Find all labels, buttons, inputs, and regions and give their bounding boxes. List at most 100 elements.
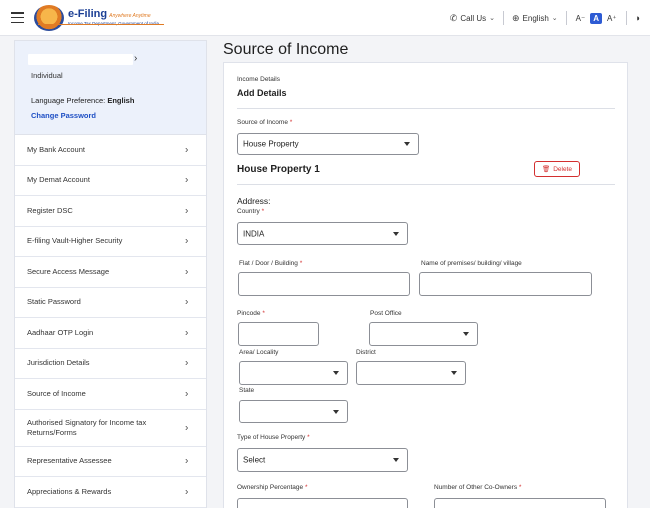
caret-down-icon [333,371,339,375]
font-normal-button[interactable]: A [590,12,602,24]
efiling-logo[interactable]: e-FilingAnywhere Anytime Income Tax Depa… [34,4,174,32]
country-label-text: Country [237,208,260,215]
required-marker: * [304,484,308,491]
contrast-toggle[interactable]: ◑ [627,13,644,23]
address-heading: Address: [237,196,271,206]
sidebar-item-label: Representative Assessee [27,456,112,466]
chevron-right-icon: › [185,205,189,217]
required-marker: * [262,310,265,317]
chevron-right-icon[interactable]: › [134,53,137,64]
header-actions: ✆ Call Us ⌄ ⊕ English ⌄ A⁻ A A⁺ ◑ [442,0,644,36]
district-label: District [356,349,376,356]
logo-tagline: Anywhere Anytime [109,13,151,20]
call-us-button[interactable]: ✆ Call Us ⌄ [442,13,503,24]
language-preference-value: English [107,96,135,105]
contrast-icon: ◑ [634,13,640,23]
sidebar-item-my-demat-account[interactable]: My Demat Account › [15,166,206,196]
type-of-house-property-label-text: Type of House Property [237,434,306,441]
sidebar-item-authorised-signatory[interactable]: Authorised Signatory for Income tax Retu… [15,410,206,447]
globe-icon: ⊕ [511,12,520,23]
chevron-right-icon: › [185,422,189,433]
chevron-right-icon: › [185,455,189,467]
chevron-right-icon: › [185,296,189,308]
caret-down-icon [463,332,469,336]
section-divider [237,108,615,109]
required-marker: * [299,260,303,267]
trash-icon: 🗑 [541,166,551,173]
language-selector[interactable]: ⊕ English ⌄ [504,13,566,24]
chevron-right-icon: › [185,327,189,339]
call-us-label: Call Us [460,13,487,23]
section-title: Add Details [237,88,287,98]
sidebar-item-label: My Demat Account [27,175,90,185]
phone-icon: ✆ [449,12,458,23]
top-header: e-FilingAnywhere Anytime Income Tax Depa… [0,0,650,36]
post-office-label: Post Office [370,310,402,317]
chevron-right-icon: › [185,235,189,247]
profile-sidebar: › Individual Language Preference: Englis… [14,40,207,508]
income-details-card: Income Details Add Details Source of Inc… [223,62,628,508]
post-office-select[interactable] [369,322,478,346]
caret-down-icon [393,458,399,462]
sidebar-item-representative-assessee[interactable]: Representative Assessee › [15,447,206,477]
premises-input[interactable] [419,272,592,296]
ownership-percentage-input[interactable] [237,498,408,508]
chevron-down-icon: ⌄ [489,15,495,22]
source-of-income-label: Source of Income * [237,119,292,126]
section-label: Income Details [237,76,280,83]
change-password-link[interactable]: Change Password [31,111,96,120]
sidebar-item-appreciations-rewards[interactable]: Appreciations & Rewards › [15,477,206,508]
sidebar-item-secure-access-message[interactable]: Secure Access Message › [15,257,206,288]
font-increase-button[interactable]: A⁺ [602,14,622,23]
emblem-icon [34,5,64,31]
district-select[interactable] [356,361,466,385]
language-preference-label: Language Preference: [31,96,106,105]
sidebar-item-register-dsc[interactable]: Register DSC › [15,196,206,227]
ownership-percentage-label-text: Ownership Percentage [237,484,304,491]
state-select[interactable] [239,400,348,423]
sidebar-item-source-of-income[interactable]: Source of Income › [15,379,206,410]
country-select[interactable]: INDIA [237,222,408,245]
country-value: INDIA [243,229,265,238]
house-property-title: House Property 1 [237,164,320,175]
profile-summary: › Individual Language Preference: Englis… [15,41,206,135]
caret-down-icon [451,371,457,375]
required-marker: * [289,119,293,126]
flat-door-building-input[interactable] [238,272,410,296]
sidebar-item-label: Source of Income [27,388,86,398]
required-marker: * [518,484,522,491]
type-of-house-property-label: Type of House Property * [237,434,310,441]
source-of-income-select[interactable]: House Property [237,133,419,155]
chevron-right-icon: › [185,144,189,156]
sidebar-item-label: Aadhaar OTP Login [27,327,94,337]
chevron-down-icon: ⌄ [551,15,558,22]
caret-down-icon [404,142,410,146]
required-marker: * [307,434,310,441]
area-locality-select[interactable] [239,361,348,385]
delete-property-button[interactable]: 🗑 Delete [534,161,580,177]
chevron-right-icon: › [185,357,189,369]
hamburger-menu-icon[interactable] [11,12,24,23]
ownership-percentage-label: Ownership Percentage * [237,484,307,491]
profile-name-redacted [28,54,133,65]
type-of-house-property-select[interactable]: Select [237,448,408,472]
sidebar-item-static-password[interactable]: Static Password › [15,288,206,318]
pincode-label-text: Pincode [237,310,261,317]
co-owners-input[interactable] [434,498,606,508]
sidebar-item-my-bank-account[interactable]: My Bank Account › [15,135,206,166]
sidebar-item-label: Authorised Signatory for Income tax Retu… [27,417,147,437]
sidebar-item-jurisdiction-details[interactable]: Jurisdiction Details › [15,349,206,379]
pincode-input[interactable] [238,322,319,346]
caret-down-icon [393,231,399,236]
sidebar-item-aadhaar-otp-login[interactable]: Aadhaar OTP Login › [15,318,206,349]
sidebar-item-label: My Bank Account [27,144,85,154]
font-decrease-button[interactable]: A⁻ [571,14,591,23]
state-label: State [239,387,255,394]
area-locality-label: Area/ Locality [239,349,279,356]
profile-type: Individual [31,71,63,80]
sidebar-item-efiling-vault[interactable]: E-filing Vault-Higher Security › [15,227,206,257]
sidebar-item-label: Secure Access Message [27,266,110,276]
sidebar-item-label: E-filing Vault-Higher Security [27,236,123,246]
country-label: Country * [237,208,264,215]
sidebar-item-label: Static Password [27,297,81,307]
